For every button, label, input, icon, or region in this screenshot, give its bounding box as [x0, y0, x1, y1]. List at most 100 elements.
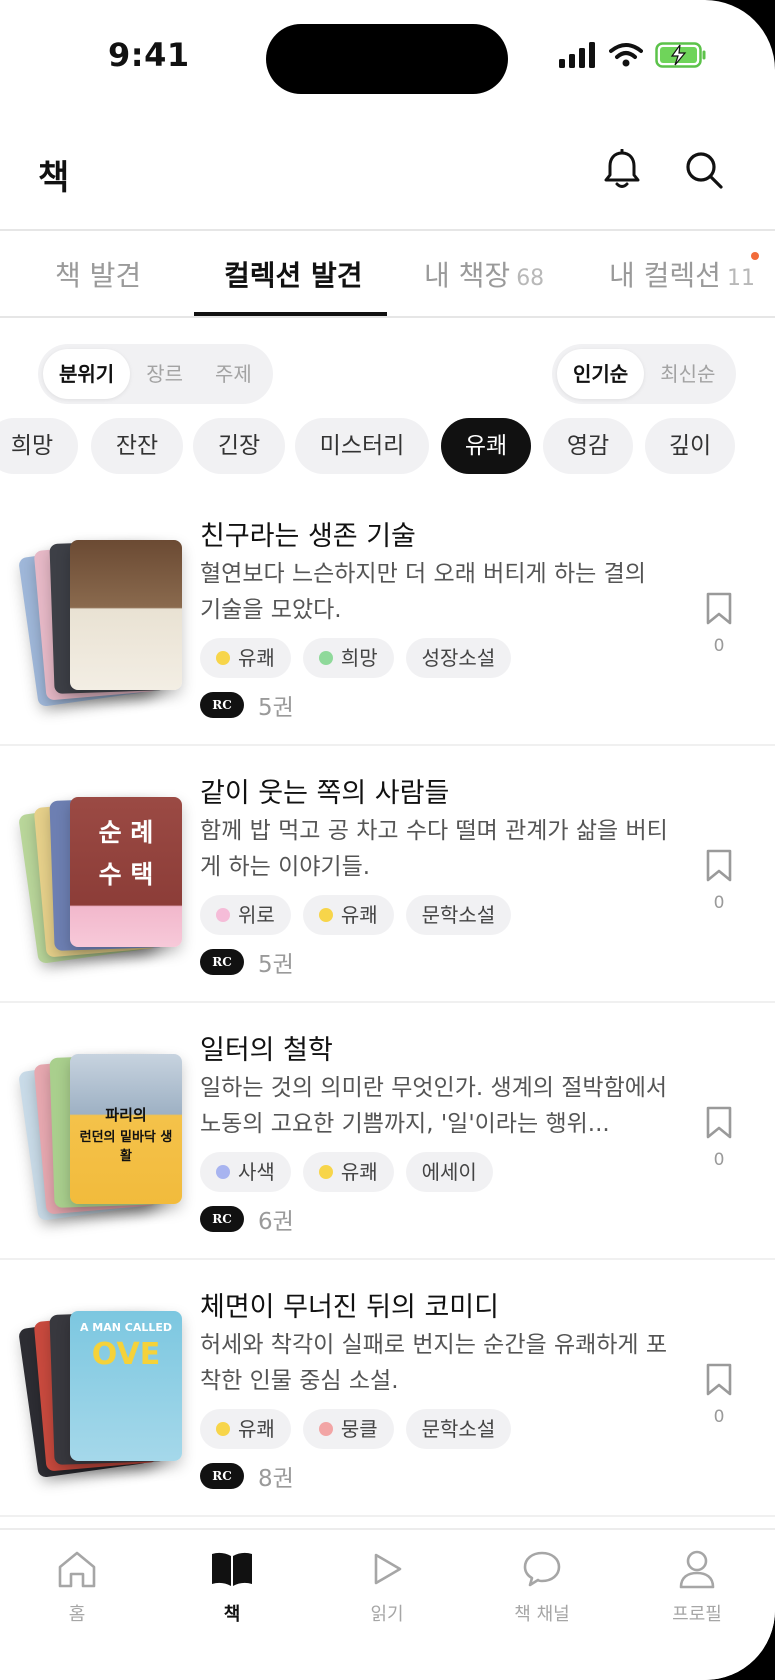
sort-segment: 인기순 최신순: [552, 344, 737, 404]
collection-title: 체면이 무너진 뒤의 코미디: [200, 1292, 499, 1323]
tag-chip[interactable]: 사색: [200, 1152, 291, 1192]
chip-cheerful[interactable]: 유쾌: [441, 418, 531, 474]
header-divider: [0, 229, 775, 231]
tabs-divider: [0, 316, 775, 318]
nav-label: 홈: [68, 1604, 86, 1625]
tag-chip[interactable]: 성장소설: [405, 638, 512, 678]
chip-inspiration[interactable]: 영감: [543, 418, 633, 474]
tag-list: 위로 유쾌 문학소설: [200, 895, 512, 935]
search-button[interactable]: [680, 148, 728, 196]
tag-chip[interactable]: 문학소설: [405, 1409, 512, 1449]
nav-book-channel[interactable]: 책 채널: [487, 1544, 597, 1626]
tag-chip[interactable]: 유쾌: [200, 1409, 291, 1449]
collection-description: 허세와 착각이 실패로 번지는 순간을 유쾌하게 포착한 인물 중심 소설.: [200, 1332, 668, 1394]
tag-chip[interactable]: 희망: [302, 638, 394, 678]
tag-label: 유쾌: [340, 903, 378, 927]
tag-chip[interactable]: 유쾌: [302, 1152, 394, 1192]
nav-profile[interactable]: 프로필: [642, 1544, 752, 1626]
bell-icon: [602, 148, 642, 195]
collection-item[interactable]: 친구라는 생존 기술 혈연보다 느슨하지만 더 오래 버티게 하는 결의 기술을…: [0, 490, 775, 746]
tag-dot: [318, 1165, 333, 1179]
collection-item[interactable]: 파리의 런던의 밑바닥 생활 일터의 철학 일하는 것의 의미란 무엇인가. 생…: [0, 1004, 775, 1260]
bookmark-icon: [706, 849, 732, 882]
book-cover: 파리의 런던의 밑바닥 생활: [70, 1054, 182, 1204]
phone-frame: 9:41 책 책 발견 컬렉션 발견 내 책장 68 내 컬렉션 11 분위기 …: [0, 0, 775, 1680]
segment-topic[interactable]: 주제: [199, 349, 268, 399]
tab-book-discovery[interactable]: 책 발견: [55, 254, 141, 294]
status-time: 9:41: [108, 36, 190, 74]
tag-label: 문학소설: [421, 1417, 496, 1441]
segment-genre[interactable]: 장르: [130, 349, 199, 399]
tag-label: 유쾌: [238, 646, 275, 670]
tag-label: 성장소설: [421, 646, 496, 670]
signal-icon: [559, 42, 597, 72]
bookmark-icon: [706, 1363, 732, 1396]
book-cover-stack: [18, 534, 184, 708]
collection-item[interactable]: 순 례 수 택 같이 웃는 쪽의 사람들 함께 밥 먹고 공 차고 수다 떨며 …: [0, 747, 775, 1003]
curator-badge: RC: [200, 1206, 244, 1232]
bookmark-button[interactable]: [705, 592, 733, 626]
status-icons: [559, 42, 707, 72]
tab-count: 11: [726, 266, 755, 291]
app-screen: 9:41 책 책 발견 컬렉션 발견 내 책장 68 내 컬렉션 11 분위기 …: [0, 0, 775, 1680]
status-bar: 9:41: [0, 0, 775, 118]
tag-dot: [216, 1422, 230, 1436]
book-count: 8권: [258, 1466, 294, 1492]
tag-list: 유쾌 뭉클 문학소설: [200, 1409, 512, 1449]
curator-badge: RC: [200, 692, 244, 718]
tag-chip[interactable]: 유쾌: [302, 895, 394, 935]
collection-description: 일하는 것의 의미란 무엇인가. 생계의 절박함에서 노동의 고요한 기쁨까지,…: [200, 1075, 668, 1137]
bookmark-icon: [706, 592, 732, 625]
tab-label: 책 발견: [55, 259, 142, 292]
tag-chip[interactable]: 문학소설: [405, 895, 512, 935]
tag-label: 위로: [238, 903, 275, 927]
collection-meta: RC 6권: [200, 1202, 294, 1236]
sort-latest[interactable]: 최신순: [644, 349, 731, 399]
chip-calm[interactable]: 잔잔: [91, 418, 183, 474]
nav-home[interactable]: 홈: [22, 1544, 132, 1626]
collection-meta: RC 8권: [200, 1459, 294, 1493]
tag-chip[interactable]: 유쾌: [200, 638, 291, 678]
sort-popular[interactable]: 인기순: [557, 349, 645, 399]
tab-my-bookshelf[interactable]: 내 책장 68: [424, 254, 544, 294]
tag-dot: [318, 908, 333, 922]
profile-icon: [642, 1544, 752, 1594]
filter-segment: 분위기 장르 주제: [38, 344, 273, 404]
chip-tension[interactable]: 긴장: [193, 418, 285, 474]
book-icon: [177, 1544, 287, 1594]
tab-count: 68: [516, 266, 545, 291]
tag-chip[interactable]: 에세이: [405, 1152, 493, 1192]
tag-label: 뭉클: [340, 1417, 378, 1441]
cover-title: 파리의: [105, 1106, 147, 1124]
tab-my-collection[interactable]: 내 컬렉션 11: [609, 254, 755, 294]
tag-list: 유쾌 희망 성장소설: [200, 638, 512, 678]
tab-label: 내 책장: [424, 259, 511, 292]
tag-chip[interactable]: 뭉클: [302, 1409, 394, 1449]
tag-chip[interactable]: 위로: [200, 895, 291, 935]
chat-icon: [487, 1544, 597, 1594]
book-cover-stack: 파리의 런던의 밑바닥 생활: [18, 1048, 184, 1222]
tag-dot: [216, 1165, 230, 1179]
chip-mystery[interactable]: 미스터리: [295, 418, 429, 474]
nav-book[interactable]: 책: [177, 1544, 287, 1626]
chip-depth[interactable]: 깊이: [645, 418, 735, 474]
collection-meta: RC 5권: [200, 945, 294, 979]
book-count: 6권: [258, 1209, 294, 1235]
cover-title: A MAN CALLED: [79, 1321, 173, 1334]
chip-hope[interactable]: 희망: [0, 418, 78, 474]
tab-label: 컬렉션 발견: [224, 259, 363, 292]
bookmark-button[interactable]: [705, 1363, 733, 1397]
bookmark-button[interactable]: [705, 1106, 733, 1140]
collection-description: 혈연보다 느슨하지만 더 오래 버티게 하는 결의 기술을 모았다.: [200, 561, 646, 623]
wifi-icon: [609, 42, 643, 72]
collection-item[interactable]: A MAN CALLED OVE 체면이 무너진 뒤의 코미디 허세와 착각이 …: [0, 1261, 775, 1517]
tab-collection-discovery[interactable]: 컬렉션 발견: [224, 254, 363, 294]
bookmark-button[interactable]: [705, 849, 733, 883]
notification-button[interactable]: [598, 148, 646, 196]
new-badge-dot: [751, 252, 759, 260]
nav-reading[interactable]: 읽기: [332, 1544, 442, 1626]
curator-badge: RC: [200, 949, 244, 975]
collection-title: 일터의 철학: [200, 1035, 333, 1066]
segment-mood[interactable]: 분위기: [43, 349, 131, 399]
bottom-navigation: 홈 책 읽기 책 채널 프로필: [0, 1528, 775, 1680]
